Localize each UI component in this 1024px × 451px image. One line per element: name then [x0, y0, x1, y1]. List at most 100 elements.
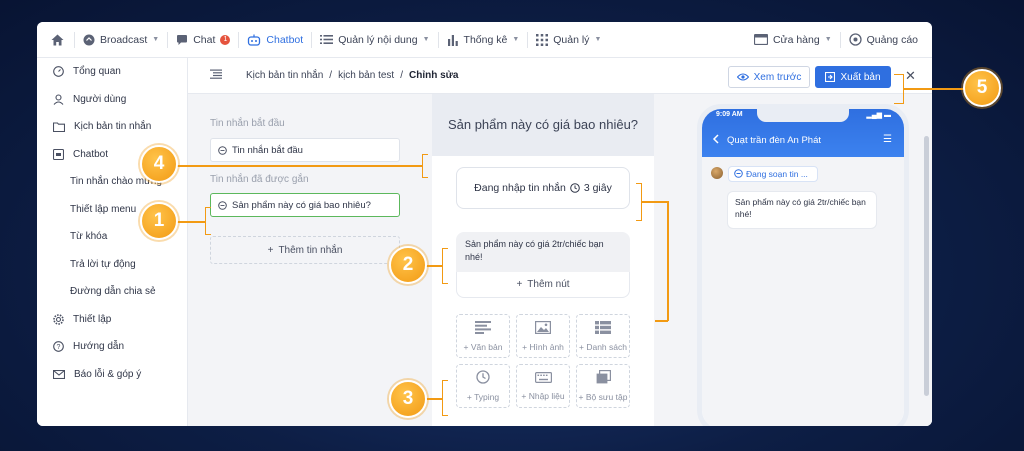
preview-label: Xem trước	[753, 71, 802, 83]
add-button-label: Thêm nút	[527, 279, 570, 290]
publish-button[interactable]: Xuất bản	[815, 66, 891, 88]
nav-broadcast[interactable]: Broadcast ▼	[75, 22, 167, 57]
sidebar-item-label: Tổng quan	[73, 66, 121, 78]
message-icon	[218, 145, 227, 155]
sidebar-item-scripts[interactable]: Kịch bản tin nhắn	[37, 113, 187, 141]
sidebar-item-label: Thiết lập	[73, 313, 112, 325]
publish-label: Xuất bản	[840, 71, 881, 83]
sidebar-item-help[interactable]: ? Hướng dẫn	[37, 333, 187, 361]
editor-title[interactable]: Sản phẩm này có giá bao nhiêu?	[432, 94, 654, 156]
signal-icon: ▂▄▆ ▬	[866, 112, 891, 119]
scrollbar[interactable]	[924, 136, 929, 396]
sidebar-item-overview[interactable]: Tổng quan	[37, 58, 187, 86]
typing-duration: 3 giây	[583, 182, 612, 194]
breadcrumb-bar: Kịch bản tin nhắn / kịch bản test / Chỉn…	[188, 58, 932, 94]
back-icon[interactable]	[712, 134, 719, 147]
home-icon	[51, 34, 64, 46]
message-icon	[734, 168, 743, 180]
phone-typing-indicator: Đang soạn tin ...	[728, 166, 818, 182]
phone-header: 9:09 AM ▂▄▆ ▬ Quạt trần đèn An Phát ☰	[702, 109, 904, 157]
nav-broadcast-label: Broadcast	[100, 33, 148, 46]
plus-icon: +	[267, 244, 274, 256]
callout-1: 1	[140, 202, 178, 240]
attached-message-item[interactable]: Sản phẩm này có giá bao nhiêu?	[210, 193, 400, 217]
breadcrumb-item[interactable]: kịch bản test	[338, 70, 394, 81]
nav-chatbot[interactable]: Chatbot	[239, 22, 311, 57]
nav-store[interactable]: Cửa hàng ▼	[746, 22, 840, 57]
tile-label: + Bộ sưu tập	[578, 392, 628, 402]
nav-manage[interactable]: Quản lý ▼	[528, 22, 609, 57]
store-icon	[753, 34, 768, 45]
breadcrumb-separator: /	[329, 70, 333, 81]
chevron-down-icon: ▼	[512, 36, 520, 43]
callout-2: 2	[389, 246, 427, 284]
nav-chat[interactable]: Chat 1	[168, 22, 238, 57]
typing-bracket-line	[642, 201, 668, 203]
callout-4: 4	[140, 145, 178, 183]
callout-2-line	[426, 265, 442, 267]
chevron-down-icon: ▼	[422, 36, 430, 43]
broadcast-icon	[83, 34, 95, 46]
add-typing-tile[interactable]: + Typing	[456, 364, 510, 408]
sidebar-subitem-autoreply[interactable]: Trả lời tự động	[37, 251, 187, 279]
chevron-down-icon: ▼	[824, 36, 832, 43]
dashboard-icon	[53, 66, 64, 78]
sidebar-item-label: Kịch bản tin nhắn	[74, 121, 152, 133]
folder-icon	[53, 122, 65, 132]
attached-message-text: Sản phẩm này có giá bao nhiêu?	[232, 199, 371, 211]
menu-icon[interactable]: ☰	[883, 134, 892, 145]
callout-1-bracket	[205, 207, 211, 235]
sidebar-item-settings[interactable]: Thiết lập	[37, 306, 187, 334]
breadcrumb-current: Chỉnh sửa	[409, 70, 459, 81]
add-image-tile[interactable]: + Hình ảnh	[516, 314, 570, 358]
callout-5: 5	[963, 69, 1001, 107]
chevron-down-icon: ▼	[152, 36, 160, 43]
close-icon[interactable]: ✕	[905, 68, 916, 84]
message-icon	[218, 200, 227, 210]
chatbot-icon	[247, 34, 261, 46]
typing-block[interactable]: Đang nhập tin nhắn 3 giây	[456, 167, 630, 209]
add-button-button[interactable]: + Thêm nút	[456, 272, 630, 298]
tile-label: + Nhập liệu	[521, 390, 565, 401]
sidebar-item-label: Báo lỗi & góp ý	[74, 368, 142, 380]
start-message-text: Tin nhắn bắt đầu	[232, 144, 303, 156]
list-icon	[595, 320, 611, 336]
nav-home[interactable]	[37, 22, 74, 57]
plus-icon: +	[516, 279, 523, 290]
svg-text:?: ?	[57, 344, 61, 351]
nav-chatbot-label: Chatbot	[266, 33, 304, 46]
bot-icon	[53, 148, 64, 160]
gear-icon	[53, 313, 64, 325]
top-nav: Broadcast ▼ Chat 1 Chatbot Quản lý nội d…	[37, 22, 932, 58]
sidebar-item-feedback[interactable]: Báo lỗi & góp ý	[37, 361, 187, 389]
phone-typing-text: Đang soạn tin ...	[746, 169, 808, 179]
menu-toggle-icon[interactable]	[210, 69, 222, 82]
add-message-button[interactable]: + Thêm tin nhắn	[210, 236, 400, 264]
add-list-tile[interactable]: + Danh sách	[576, 314, 630, 358]
callout-3-bracket	[442, 380, 448, 416]
help-icon: ?	[53, 341, 64, 353]
sidebar-item-users[interactable]: Người dùng	[37, 86, 187, 114]
text-block[interactable]: Sản phẩm này có giá 2tr/chiếc bạn nhé!	[456, 232, 630, 272]
sidebar-item-label: Người dùng	[73, 93, 127, 105]
preview-button[interactable]: Xem trước	[728, 66, 810, 88]
add-gallery-tile[interactable]: + Bộ sưu tập	[576, 364, 630, 408]
nav-ads[interactable]: Quảng cáo	[841, 22, 932, 57]
tile-label: + Văn bản	[463, 341, 503, 352]
add-text-tile[interactable]: + Văn bản	[456, 314, 510, 358]
gallery-icon	[596, 370, 611, 386]
start-message-item[interactable]: Tin nhắn bắt đầu	[210, 138, 400, 162]
chart-icon	[447, 34, 459, 46]
nav-stats[interactable]: Thống kê ▼	[439, 22, 528, 57]
nav-chat-label: Chat	[193, 33, 216, 46]
callout-4-bracket	[422, 154, 428, 178]
user-icon	[53, 94, 64, 105]
clock-icon	[476, 370, 490, 386]
breadcrumb-item[interactable]: Kịch bản tin nhắn	[246, 70, 323, 81]
add-input-tile[interactable]: + Nhập liệu	[516, 364, 570, 408]
tile-label: + Danh sách	[579, 341, 627, 352]
sidebar-subitem-share[interactable]: Đường dẫn chia sẻ	[37, 278, 187, 306]
sidebar-item-label: Hướng dẫn	[73, 341, 125, 353]
nav-content[interactable]: Quản lý nội dung ▼	[312, 22, 437, 57]
grid-icon	[536, 33, 549, 46]
